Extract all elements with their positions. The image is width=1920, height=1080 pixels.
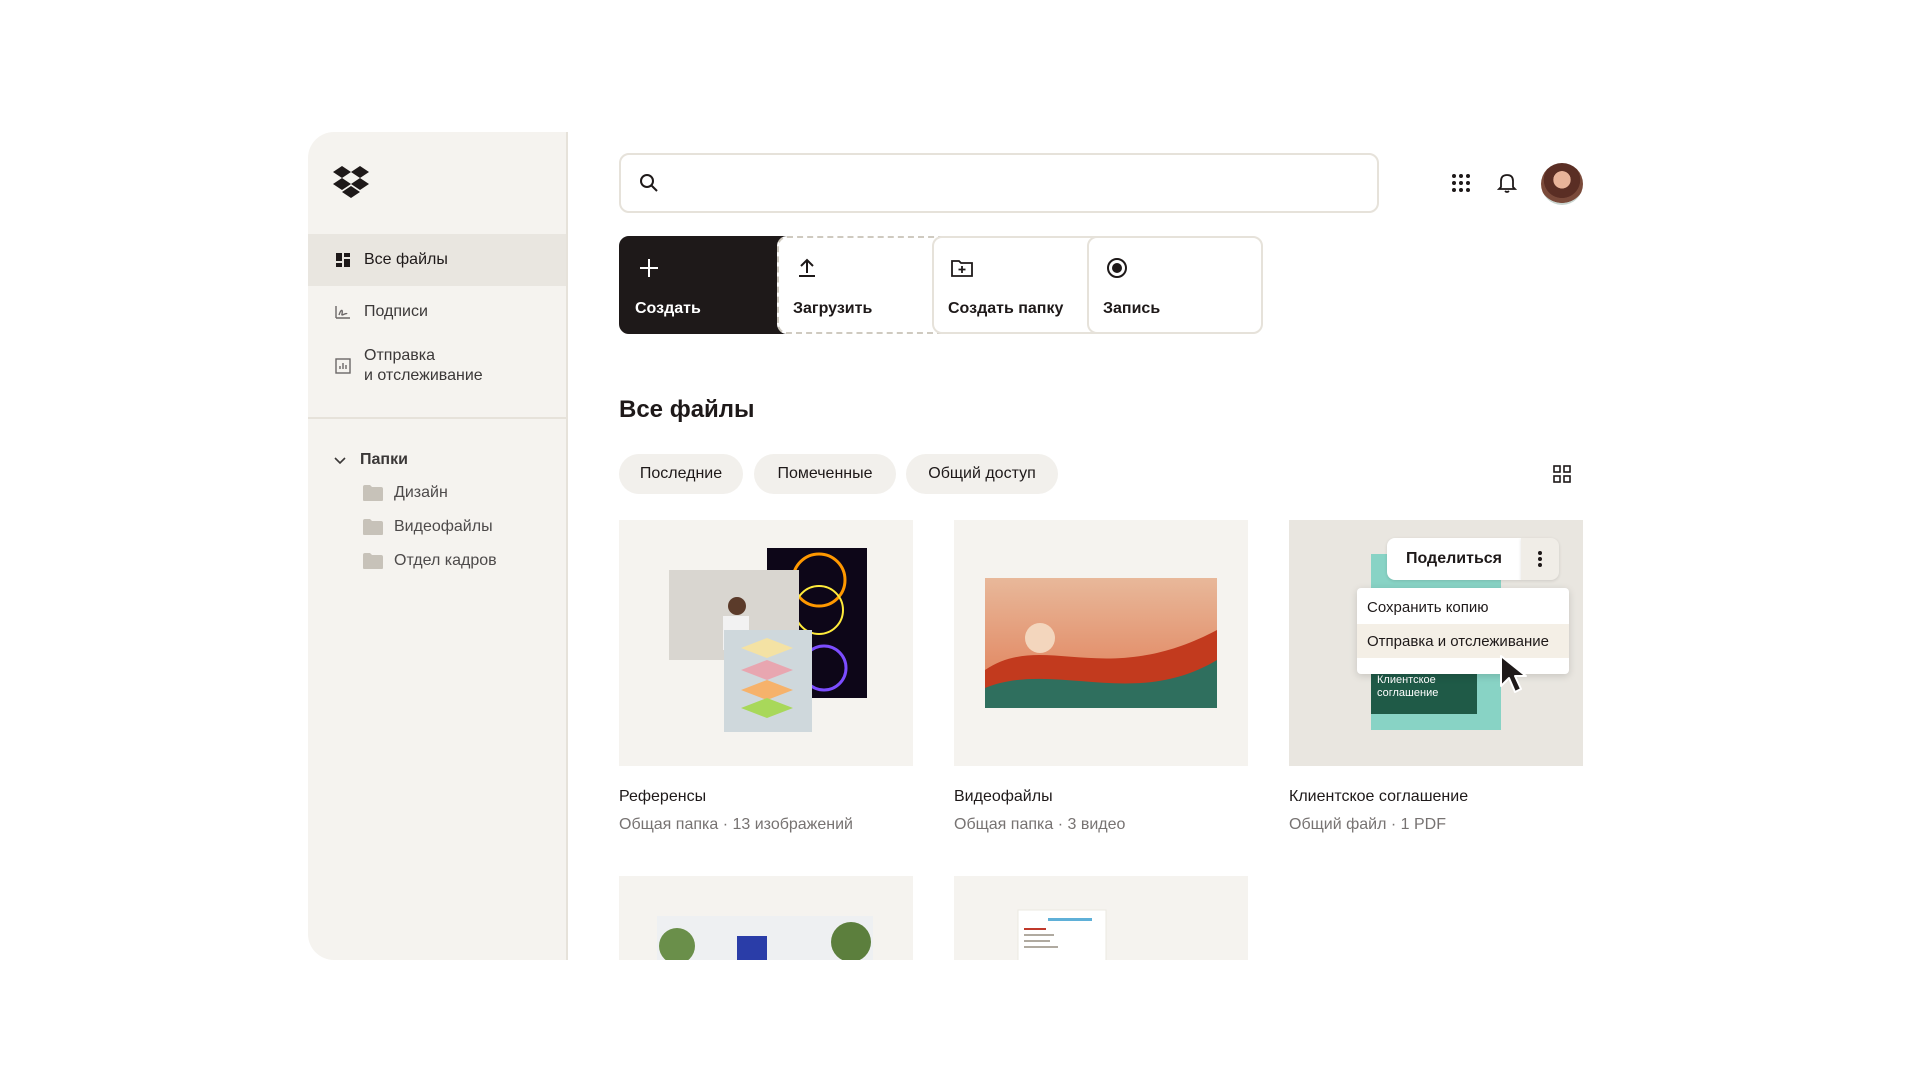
apps-grid-icon[interactable] [1448,170,1474,196]
sidebar-item-signatures[interactable]: Подписи [308,286,566,338]
card-name: Референсы [619,788,707,805]
card-thumbnail: Клиентское соглашение Поделиться Сохрани… [1289,520,1583,766]
app-window: Все файлы Подписи Отправка и отслеживани… [308,132,1610,960]
document-preview-image [1017,909,1107,960]
card-thumbnail [954,876,1248,960]
sidebar-item-label-line2: и отслеживание [364,367,483,384]
sidebar-item-label: Отправка и отслеживание [364,346,483,386]
folder-plus-icon [951,260,973,277]
filter-starred[interactable]: Помеченные [754,454,896,494]
references-collage-image [669,548,867,732]
context-menu: Сохранить копию Отправка и отслеживание [1357,588,1569,674]
card-name: Клиентское соглашение [1289,788,1469,805]
sidebar-divider [308,417,566,419]
share-button[interactable]: Поделиться [1387,538,1521,580]
sidebar-item-label-line1: Отправка [364,347,435,364]
folders-section-toggle[interactable]: Папки [332,442,408,478]
dropbox-logo-icon[interactable] [332,166,370,198]
more-options-button[interactable] [1521,538,1559,580]
menu-item-save-copy[interactable]: Сохранить копию [1357,590,1569,624]
upload-label: Загрузить [793,300,873,317]
chart-icon [334,357,352,375]
card-meta: Общий файл · 1 PDF [1289,816,1446,833]
upload-button[interactable]: Загрузить [777,236,953,334]
agreement-text-line2: соглашение [1377,687,1439,699]
agreement-label-box: Клиентское соглашение [1371,670,1477,714]
folder-icon [363,485,383,501]
create-folder-button[interactable]: Создать папку [932,236,1108,334]
all-files-icon [334,251,352,269]
card-thumbnail [619,520,913,766]
search-bar[interactable] [619,153,1379,213]
bell-icon[interactable] [1494,170,1520,196]
upload-icon [799,258,815,277]
folders-section-label: Папки [360,451,408,468]
record-icon [1107,258,1127,278]
record-button[interactable]: Запись [1087,236,1263,334]
card-meta: Общая папка · 13 изображений [619,816,853,833]
create-button[interactable]: Создать [619,236,795,334]
sidebar-folder-hr[interactable]: Отдел кадров [362,545,497,577]
folder-icon [363,519,383,535]
sidebar-item-label: Все файлы [364,251,448,268]
card-thumbnail [619,876,913,960]
videos-preview-image [985,578,1217,708]
grid-view-icon[interactable] [1553,465,1571,483]
create-folder-label: Создать папку [948,300,1064,317]
page-title: Все файлы [619,396,755,423]
chevron-down-icon [332,452,348,468]
sidebar: Все файлы Подписи Отправка и отслеживани… [308,132,568,960]
search-input[interactable] [671,173,1355,193]
filter-recent[interactable]: Последние [619,454,743,494]
sidebar-folder-videos[interactable]: Видеофайлы [362,511,493,543]
card-name: Видеофайлы [954,788,1053,805]
menu-item-send-and-track[interactable]: Отправка и отслеживание [1357,624,1569,658]
kebab-menu-icon [1538,551,1542,567]
building-photo-image [657,916,873,960]
plus-icon [640,259,658,277]
filter-shared[interactable]: Общий доступ [906,454,1058,494]
create-label: Создать [635,300,701,317]
sidebar-item-label: Подписи [364,303,428,320]
user-avatar[interactable] [1541,163,1583,205]
folder-icon [363,553,383,569]
sidebar-folder-design[interactable]: Дизайн [362,477,448,509]
folder-label: Отдел кадров [394,552,497,569]
sidebar-item-all-files[interactable]: Все файлы [308,234,566,286]
card-thumbnail [954,520,1248,766]
agreement-text-line1: Клиентское [1377,674,1436,686]
search-icon [640,174,658,192]
record-label: Запись [1103,300,1161,317]
signature-icon [334,303,352,321]
folder-label: Видеофайлы [394,518,493,535]
mouse-cursor-icon [1500,655,1527,693]
sidebar-item-send-and-track[interactable]: Отправка и отслеживание [308,334,566,398]
card-meta: Общая папка · 3 видео [954,816,1126,833]
folder-label: Дизайн [394,484,448,501]
